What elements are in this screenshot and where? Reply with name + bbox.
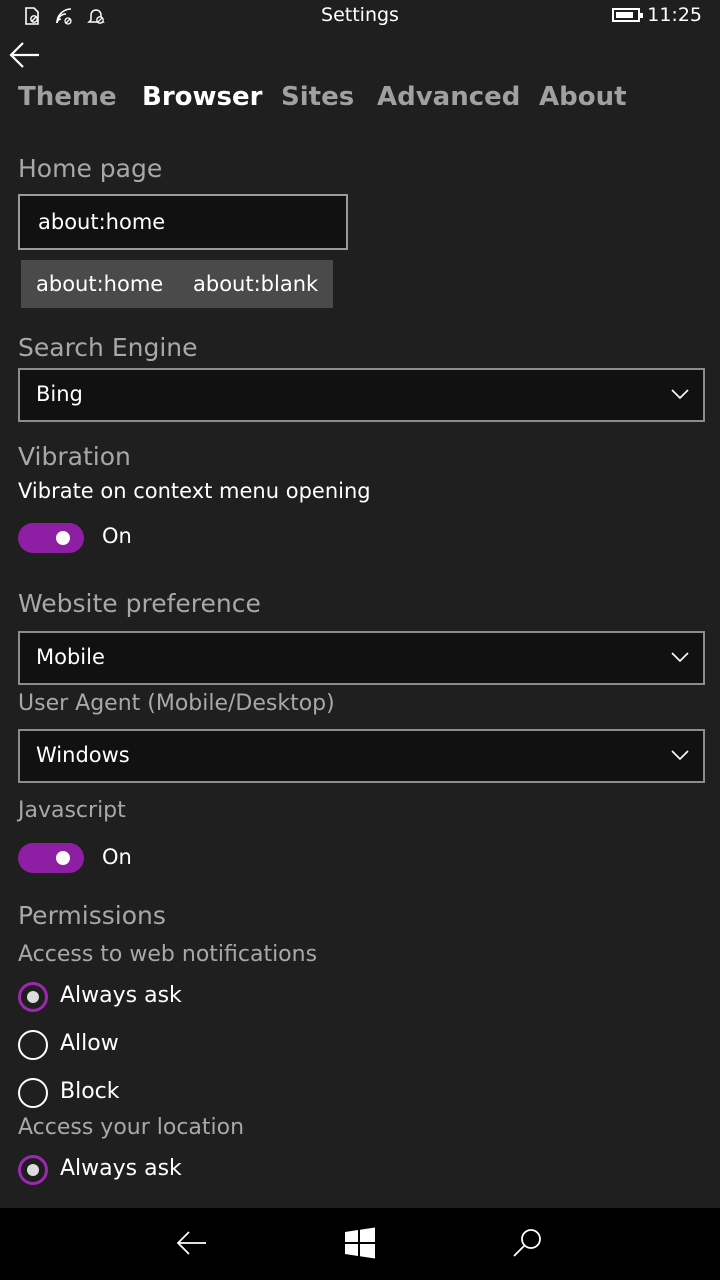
vibration-toggle[interactable] (18, 523, 84, 553)
tab-theme[interactable]: Theme (18, 82, 117, 112)
windows-start-icon[interactable] (343, 1226, 377, 1260)
back-arrow-icon[interactable] (8, 40, 42, 70)
location-label: Access your location (18, 1115, 245, 1140)
website-preference-header: Website preference (18, 589, 261, 618)
permissions-header: Permissions (18, 901, 166, 930)
search-engine-header: Search Engine (18, 333, 198, 362)
search-engine-dropdown[interactable]: Bing (18, 368, 705, 422)
home-page-header: Home page (18, 154, 163, 183)
vibration-toggle-label: On (102, 524, 132, 548)
search-icon[interactable] (511, 1226, 545, 1260)
status-time: 11:25 (647, 4, 702, 26)
radio-notifications-block[interactable] (18, 1078, 48, 1108)
back-icon[interactable] (175, 1226, 209, 1260)
javascript-toggle-label: On (102, 845, 132, 869)
tab-about[interactable]: About (539, 82, 627, 112)
radio-label-location-always-ask: Always ask (60, 1156, 182, 1181)
radio-label-always-ask: Always ask (60, 983, 182, 1008)
radio-notifications-always-ask[interactable] (18, 982, 48, 1012)
battery-icon (612, 8, 643, 22)
chevron-down-icon (671, 750, 689, 761)
vibration-description: Vibrate on context menu opening (18, 479, 371, 503)
website-preference-value: Mobile (36, 645, 105, 669)
radio-notifications-allow[interactable] (18, 1030, 48, 1060)
chevron-down-icon (671, 652, 689, 663)
website-preference-dropdown[interactable]: Mobile (18, 631, 705, 685)
chevron-down-icon (671, 389, 689, 400)
web-notifications-label: Access to web notifications (18, 942, 318, 967)
about-home-button[interactable]: about:home (21, 260, 179, 308)
radio-location-always-ask[interactable] (18, 1155, 48, 1185)
tab-advanced[interactable]: Advanced (377, 82, 520, 112)
radio-label-block: Block (60, 1079, 120, 1104)
javascript-toggle[interactable] (18, 843, 84, 873)
about-blank-button[interactable]: about:blank (178, 260, 334, 308)
tab-browser[interactable]: Browser (142, 82, 262, 112)
status-bar: Settings 11:25 (0, 0, 720, 32)
search-engine-value: Bing (36, 382, 83, 406)
home-page-input[interactable] (18, 194, 348, 250)
radio-label-allow: Allow (60, 1031, 119, 1056)
tab-sites[interactable]: Sites (281, 82, 354, 112)
javascript-label: Javascript (18, 798, 126, 823)
user-agent-value: Windows (36, 743, 130, 767)
vibration-header: Vibration (18, 442, 131, 471)
user-agent-label: User Agent (Mobile/Desktop) (18, 691, 335, 716)
user-agent-dropdown[interactable]: Windows (18, 729, 705, 783)
